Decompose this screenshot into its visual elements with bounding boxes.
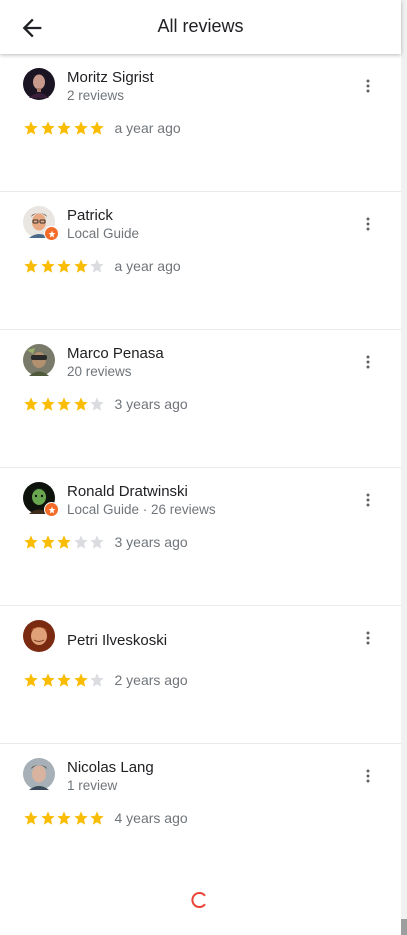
star-filled-icon <box>57 121 71 135</box>
star-filled-icon <box>40 121 55 135</box>
review-date: 4 years ago <box>114 810 188 826</box>
star-filled-icon <box>24 673 38 687</box>
avatar[interactable] <box>23 206 59 241</box>
local-guide-badge-icon <box>44 502 59 517</box>
star-filled-icon <box>24 259 38 273</box>
star-filled-icon <box>24 121 38 135</box>
review-item: Ronald Dratwinski Local Guide · 26 revie… <box>0 468 401 606</box>
review-date: 3 years ago <box>114 534 188 550</box>
star-filled-icon <box>73 811 88 825</box>
avatar[interactable] <box>23 620 55 652</box>
review-date: a year ago <box>114 120 181 136</box>
reviewer-subtitle: 20 reviews <box>67 364 132 379</box>
star-empty-icon <box>90 397 104 411</box>
star-empty-icon <box>90 259 104 273</box>
scrollbar-track[interactable] <box>401 0 407 935</box>
star-filled-icon <box>73 397 88 411</box>
star-filled-icon <box>40 535 55 549</box>
star-empty-icon <box>90 535 104 549</box>
more-vert-icon <box>366 217 370 231</box>
star-filled-icon <box>57 673 71 687</box>
star-filled-icon <box>40 259 55 273</box>
more-vert-icon <box>366 79 370 93</box>
more-options-button[interactable] <box>356 350 380 374</box>
star-filled-icon <box>90 121 104 135</box>
app-header: All reviews <box>0 0 401 54</box>
more-options-button[interactable] <box>356 212 380 236</box>
star-filled-icon <box>57 259 71 273</box>
review-item: Moritz Sigrist 2 reviews a year ago <box>0 54 401 192</box>
review-item: Marco Penasa 20 reviews 3 years ago <box>0 330 401 468</box>
rating-row: 3 years ago <box>23 395 188 413</box>
more-vert-icon <box>366 631 370 645</box>
reviewer-name[interactable]: Nicolas Lang <box>67 759 154 776</box>
star-filled-icon <box>73 673 88 687</box>
avatar[interactable] <box>23 482 59 517</box>
more-vert-icon <box>366 769 370 783</box>
star-rating <box>23 258 106 274</box>
reviewer-name[interactable]: Marco Penasa <box>67 345 164 362</box>
reviewer-name[interactable]: Ronald Dratwinski <box>67 483 188 500</box>
rating-row: a year ago <box>23 119 181 137</box>
star-filled-icon <box>90 811 104 825</box>
review-item: Patrick Local Guide a year ago <box>0 192 401 330</box>
star-filled-icon <box>40 811 55 825</box>
loading-spinner-icon <box>190 891 208 909</box>
avatar[interactable] <box>23 344 55 376</box>
avatar[interactable] <box>23 758 55 790</box>
star-rating <box>23 810 106 826</box>
review-item: Petri Ilveskoski 2 years ago <box>0 606 401 744</box>
star-filled-icon <box>57 535 71 549</box>
review-item: Nicolas Lang 1 review 4 years ago <box>0 744 401 881</box>
star-filled-icon <box>40 673 55 687</box>
more-options-button[interactable] <box>356 74 380 98</box>
star-rating <box>23 534 106 550</box>
reviewer-subtitle: 1 review <box>67 778 118 793</box>
rating-row: a year ago <box>23 257 181 275</box>
more-options-button[interactable] <box>356 626 380 650</box>
rating-row: 3 years ago <box>23 533 188 551</box>
scrollbar-thumb[interactable] <box>401 919 407 935</box>
star-filled-icon <box>57 811 71 825</box>
more-options-button[interactable] <box>356 764 380 788</box>
star-filled-icon <box>73 121 88 135</box>
reviewer-subtitle: Local Guide · 26 reviews <box>67 502 216 517</box>
reviewer-name[interactable]: Petri Ilveskoski <box>67 632 167 649</box>
reviewer-name[interactable]: Patrick <box>67 207 113 224</box>
star-rating <box>23 672 106 688</box>
more-vert-icon <box>366 355 370 369</box>
star-filled-icon <box>24 397 38 411</box>
rating-row: 2 years ago <box>23 671 188 689</box>
rating-row: 4 years ago <box>23 809 188 827</box>
reviewer-subtitle: 2 reviews <box>67 88 125 103</box>
star-empty-icon <box>90 673 104 687</box>
reviewer-name[interactable]: Moritz Sigrist <box>67 69 154 86</box>
star-filled-icon <box>24 535 38 549</box>
star-rating <box>23 120 106 136</box>
star-filled-icon <box>24 811 38 825</box>
more-options-button[interactable] <box>356 488 380 512</box>
review-date: 2 years ago <box>114 672 188 688</box>
page-title: All reviews <box>157 16 244 36</box>
review-date: a year ago <box>114 258 181 274</box>
review-list: Moritz Sigrist 2 reviews a year ago Patr… <box>0 54 401 881</box>
star-filled-icon <box>57 397 71 411</box>
more-vert-icon <box>366 493 370 507</box>
local-guide-badge-icon <box>44 226 59 241</box>
review-date: 3 years ago <box>114 396 188 412</box>
star-filled-icon <box>40 397 55 411</box>
reviewer-subtitle: Local Guide <box>67 226 140 241</box>
star-filled-icon <box>73 259 88 273</box>
star-empty-icon <box>73 535 88 549</box>
star-rating <box>23 396 106 412</box>
avatar[interactable] <box>23 68 55 100</box>
